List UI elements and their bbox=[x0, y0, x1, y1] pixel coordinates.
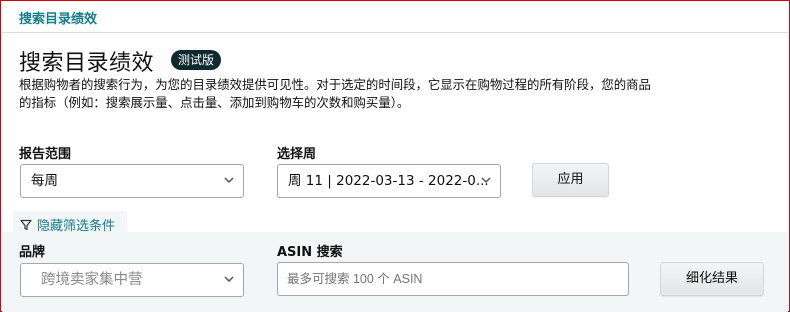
description-line: 的指标（例如：搜索展示量、点击量、添加到购物车的次数和购买量）。 bbox=[19, 95, 410, 110]
report-range-select[interactable]: 每周 bbox=[20, 164, 244, 198]
select-week-select[interactable]: 周 11 | 2022-03-13 - 2022-0... bbox=[277, 164, 501, 198]
beta-badge: 测试版 bbox=[171, 50, 222, 70]
report-range-value: 每周 bbox=[31, 173, 58, 189]
page-description: 根据购物者的搜索行为，为您的目录绩效提供可见性。对于选定的时间段，它显示在购物过… bbox=[19, 76, 719, 112]
page-title: 搜索目录绩效 bbox=[19, 51, 155, 76]
select-week-label: 选择周 bbox=[277, 147, 317, 162]
report-range-label: 报告范围 bbox=[19, 147, 72, 162]
hide-filters-toggle[interactable]: 隐藏筛选条件 bbox=[20, 215, 115, 234]
description-line: 根据购物者的搜索行为，为您的目录绩效提供可见性。对于选定的时间段，它显示在购物过… bbox=[19, 77, 651, 92]
chevron-down-icon bbox=[224, 177, 234, 184]
funnel-icon bbox=[20, 219, 32, 230]
apply-button[interactable]: 应用 bbox=[532, 163, 609, 197]
brand-value: 跨境卖家集中营 bbox=[41, 272, 143, 288]
page-frame: 搜索目录绩效 搜索目录绩效 测试版 根据购物者的搜索行为，为您的目录绩效提供可见… bbox=[0, 0, 790, 312]
select-week-value: 周 11 | 2022-03-13 - 2022-0... bbox=[288, 173, 489, 189]
breadcrumb-divider bbox=[2, 32, 788, 33]
brand-label: 品牌 bbox=[19, 245, 46, 260]
asin-search-input[interactable] bbox=[277, 262, 629, 296]
breadcrumb[interactable]: 搜索目录绩效 bbox=[19, 8, 97, 27]
chevron-down-icon bbox=[481, 177, 491, 184]
brand-select[interactable]: 跨境卖家集中营 bbox=[20, 263, 244, 297]
asin-search-label: ASIN 搜索 bbox=[277, 245, 343, 260]
chevron-down-icon bbox=[224, 276, 234, 283]
refine-results-button[interactable]: 细化结果 bbox=[660, 262, 764, 296]
hide-filters-label: 隐藏筛选条件 bbox=[37, 219, 116, 234]
